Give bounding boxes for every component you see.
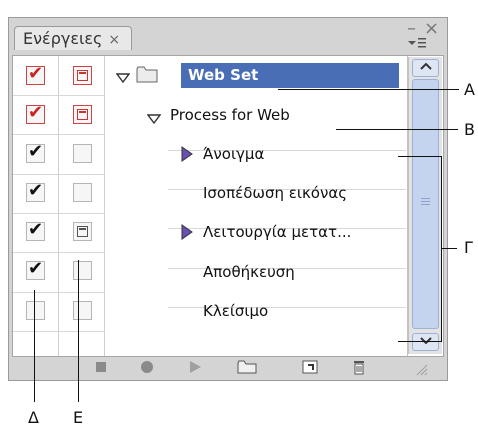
toggle-checkbox[interactable] bbox=[26, 301, 45, 320]
step-label[interactable]: Άνοιγμα bbox=[203, 145, 264, 163]
checkmark-icon: ✔ bbox=[28, 102, 44, 123]
play-icon[interactable] bbox=[184, 358, 206, 376]
callout-line-a bbox=[278, 89, 459, 90]
toggle-checkbox[interactable]: ✔ bbox=[26, 141, 45, 163]
dialog-toggle[interactable] bbox=[73, 301, 92, 320]
step-label[interactable]: Λειτουργία μετατ... bbox=[203, 223, 351, 241]
tab-close-icon[interactable]: × bbox=[108, 32, 120, 48]
checkmark-icon: ✔ bbox=[28, 219, 44, 240]
checkmark-icon: ✔ bbox=[28, 141, 44, 162]
callout-bracket bbox=[441, 156, 442, 342]
callout-label-e: E bbox=[73, 408, 84, 427]
scroll-down-button[interactable] bbox=[412, 333, 439, 351]
record-icon[interactable] bbox=[136, 358, 158, 376]
dialog-icon bbox=[77, 226, 88, 237]
scroll-thumb[interactable] bbox=[412, 79, 439, 329]
callout-label-d: Δ bbox=[28, 408, 39, 427]
dialog-icon bbox=[77, 109, 88, 120]
expand-triangle-icon[interactable] bbox=[115, 68, 131, 87]
set-name[interactable]: Web Set bbox=[188, 66, 258, 84]
collapsed-triangle-icon[interactable] bbox=[181, 146, 193, 166]
dialog-toggle[interactable] bbox=[73, 105, 92, 124]
callout-label-b: B bbox=[464, 120, 475, 139]
toggle-checkbox[interactable]: ✔ bbox=[26, 63, 45, 85]
new-action-icon[interactable] bbox=[299, 358, 321, 376]
dialog-toggle[interactable] bbox=[73, 222, 92, 241]
callout-line-d bbox=[34, 290, 35, 402]
actions-toolbar bbox=[12, 356, 442, 378]
step-label[interactable]: Αποθήκευση bbox=[203, 263, 295, 281]
delete-icon[interactable] bbox=[348, 358, 370, 376]
callout-bracket-top bbox=[398, 156, 442, 157]
panel-menu-button[interactable] bbox=[404, 36, 430, 52]
new-set-icon[interactable] bbox=[236, 358, 258, 376]
callout-bracket-bottom bbox=[398, 341, 442, 342]
panel-menu-icon bbox=[408, 38, 426, 48]
callout-label-a: A bbox=[464, 80, 475, 99]
vertical-scrollbar[interactable] bbox=[408, 57, 442, 354]
collapsed-triangle-icon[interactable] bbox=[181, 224, 193, 244]
dialog-toggle[interactable] bbox=[73, 261, 92, 280]
scroll-up-button[interactable] bbox=[412, 59, 439, 77]
resize-grip-icon[interactable] bbox=[415, 362, 437, 380]
tab-label: Ενέργειες bbox=[23, 29, 103, 48]
actions-list: ✔ Web Set ✔ Process for Web ✔ Άνοιγμα ✔ … bbox=[12, 55, 444, 357]
callout-line-g bbox=[441, 248, 457, 249]
expand-triangle-icon[interactable] bbox=[146, 109, 162, 128]
dialog-toggle[interactable] bbox=[73, 183, 92, 202]
callout-line-e bbox=[78, 260, 79, 402]
checkmark-icon: ✔ bbox=[28, 63, 44, 84]
folder-icon bbox=[136, 65, 158, 87]
callout-line-b bbox=[336, 129, 458, 130]
callout-label-g: Γ bbox=[464, 238, 473, 257]
dialog-toggle[interactable] bbox=[73, 144, 92, 163]
toggle-checkbox[interactable]: ✔ bbox=[26, 219, 45, 241]
stop-icon[interactable] bbox=[90, 358, 112, 376]
tab-actions[interactable]: Ενέργειες × bbox=[14, 26, 132, 50]
toggle-checkbox[interactable]: ✔ bbox=[26, 102, 45, 124]
dialog-toggle[interactable] bbox=[73, 66, 92, 85]
toggle-checkbox[interactable]: ✔ bbox=[26, 258, 45, 280]
step-label[interactable]: Ισοπέδωση εικόνας bbox=[203, 184, 347, 202]
step-label[interactable]: Κλείσιμο bbox=[203, 302, 268, 320]
toggle-checkbox[interactable]: ✔ bbox=[26, 180, 45, 202]
checkmark-icon: ✔ bbox=[28, 258, 44, 279]
action-name[interactable]: Process for Web bbox=[170, 106, 290, 124]
dialog-icon bbox=[77, 70, 88, 81]
checkmark-icon: ✔ bbox=[28, 180, 44, 201]
